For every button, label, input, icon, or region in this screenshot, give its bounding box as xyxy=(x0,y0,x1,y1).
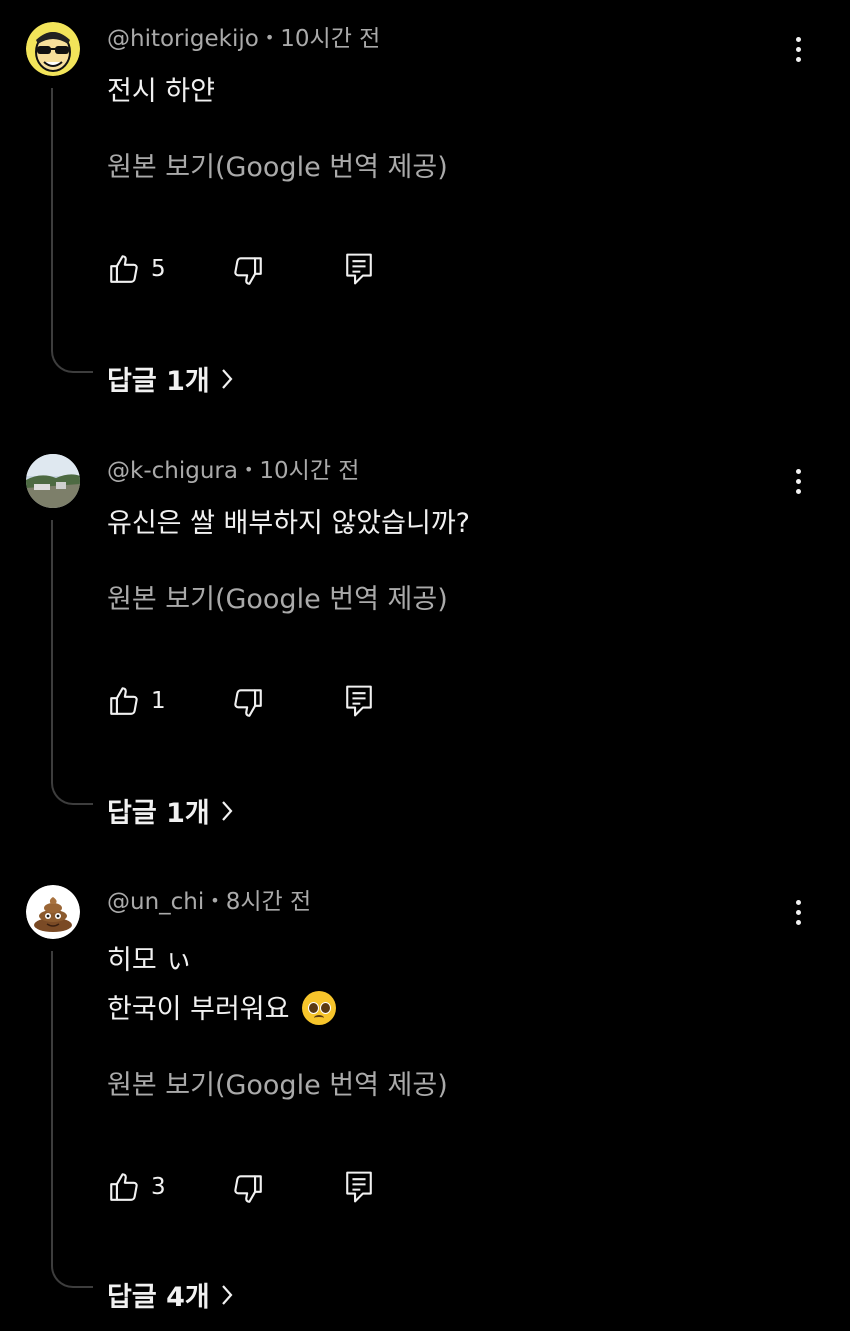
meta-separator: • xyxy=(264,28,275,47)
see-original-link[interactable]: 원본 보기(Google 번역 제공) xyxy=(107,1063,448,1102)
reply-button[interactable] xyxy=(343,684,375,718)
comment-time: 10시간 전 xyxy=(280,26,381,52)
comment-meta: @hitorigekijo • 10시간 전 xyxy=(107,19,380,53)
more-vertical-icon[interactable] xyxy=(786,461,810,501)
chevron-right-icon xyxy=(221,368,233,389)
comment-meta: @k-chigura • 10시간 전 xyxy=(107,451,359,485)
reply-comment-icon xyxy=(346,253,372,285)
thumbs-up-icon xyxy=(110,1173,138,1201)
more-vertical-icon[interactable] xyxy=(786,29,810,69)
author-name[interactable]: @hitorigekijo xyxy=(107,26,259,52)
chevron-right-icon xyxy=(221,800,233,821)
thumbs-down-icon xyxy=(234,689,262,717)
comment-text-line-2: 한국이 부러워요 xyxy=(107,987,337,1026)
author-name[interactable]: @un_chi xyxy=(107,889,204,915)
like-count: 1 xyxy=(151,688,166,714)
reply-comment-icon xyxy=(346,685,372,717)
chevron-right-icon xyxy=(221,1284,233,1305)
view-replies-button[interactable]: 답글 1개 xyxy=(107,359,234,398)
dislike-button[interactable] xyxy=(231,1172,265,1206)
more-vertical-icon[interactable] xyxy=(786,892,810,932)
comment-text-line-1: 히모 ぃ xyxy=(107,945,193,976)
avatar-k-chigura[interactable] xyxy=(26,454,80,508)
replies-label: 답글 1개 xyxy=(107,366,210,397)
thread-line xyxy=(51,88,93,373)
thumbs-up-icon xyxy=(110,255,138,283)
thumbs-down-icon xyxy=(234,1175,262,1203)
like-button[interactable]: 1 xyxy=(107,684,166,718)
reply-button[interactable] xyxy=(343,252,375,286)
comment-text: 유신은 쌀 배부하지 않았습니까? xyxy=(107,508,470,539)
like-count: 3 xyxy=(151,1174,166,1200)
replies-label: 답글 1개 xyxy=(107,798,210,829)
comment-meta: @un_chi • 8시간 전 xyxy=(107,882,311,916)
thread-line xyxy=(51,951,93,1288)
thread-line xyxy=(51,520,93,805)
meta-separator: • xyxy=(243,460,254,479)
author-name[interactable]: @k-chigura xyxy=(107,458,238,484)
thumbs-down-icon xyxy=(234,257,262,285)
replies-label: 답글 4개 xyxy=(107,1282,210,1313)
avatar-hitorigekijo[interactable] xyxy=(26,22,80,76)
see-original-link[interactable]: 원본 보기(Google 번역 제공) xyxy=(107,577,448,616)
meta-separator: • xyxy=(210,891,220,910)
comment-text: 전시 하얀 xyxy=(107,76,215,107)
avatar-un-chi[interactable] xyxy=(26,885,80,939)
pleading-face-emoji xyxy=(302,991,337,1025)
see-original-link[interactable]: 원본 보기(Google 번역 제공) xyxy=(107,145,448,184)
reply-button[interactable] xyxy=(343,1170,375,1204)
like-count: 5 xyxy=(151,256,166,282)
comment-time: 8시간 전 xyxy=(225,889,312,915)
view-replies-button[interactable]: 답글 4개 xyxy=(107,1275,234,1314)
dislike-button[interactable] xyxy=(231,686,265,720)
like-button[interactable]: 5 xyxy=(107,252,166,286)
dislike-button[interactable] xyxy=(231,254,265,288)
view-replies-button[interactable]: 답글 1개 xyxy=(107,791,234,830)
comment-text: 한국이 부러워요 xyxy=(107,994,290,1025)
comment-time: 10시간 전 xyxy=(259,458,360,484)
thumbs-up-icon xyxy=(110,687,138,715)
reply-comment-icon xyxy=(346,1171,372,1203)
like-button[interactable]: 3 xyxy=(107,1170,166,1204)
